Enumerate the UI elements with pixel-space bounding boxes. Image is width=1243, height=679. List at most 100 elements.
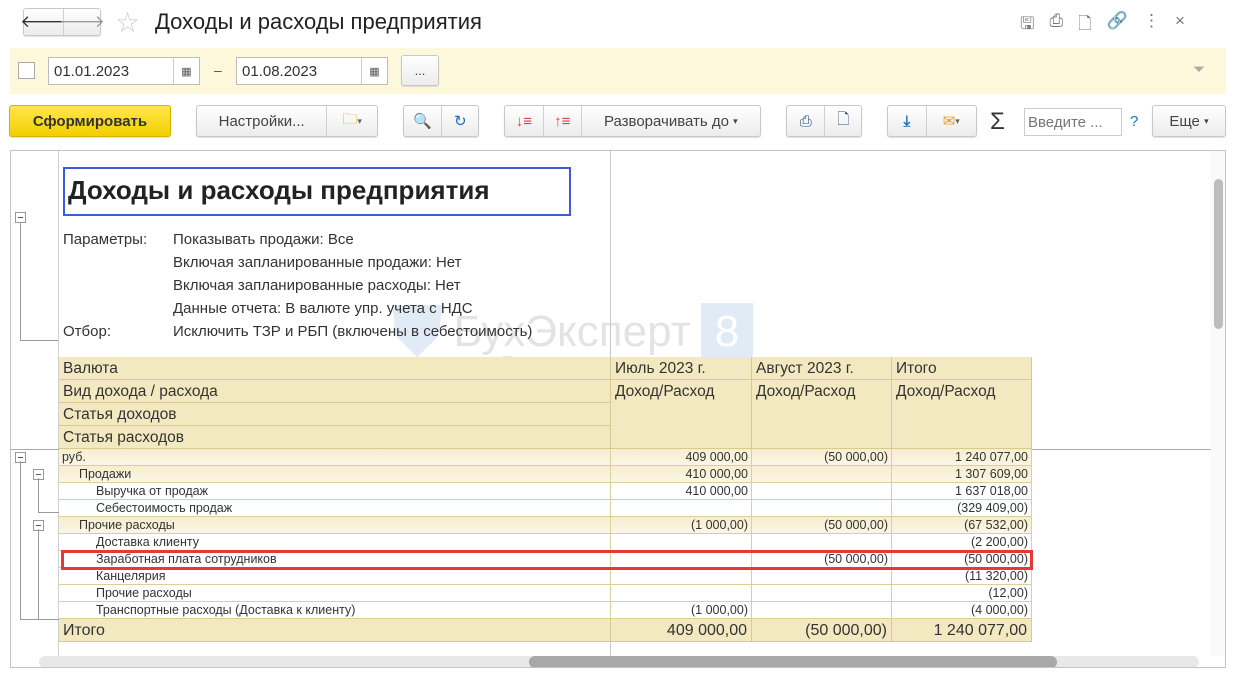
email-icon[interactable]: ✉ ▾ xyxy=(925,106,976,136)
row-header: Вид дохода / расхода xyxy=(59,380,611,403)
param-line: Данные отчета: В валюте упр. учета с НДС xyxy=(173,300,473,317)
settings-button[interactable]: Настройки... xyxy=(197,106,326,136)
row-header: Статья расходов xyxy=(59,426,611,449)
sum-input[interactable] xyxy=(1024,108,1122,136)
row-value: (50 000,00) xyxy=(752,551,892,567)
date-from-field[interactable]: 01.01.2023 ▦ xyxy=(48,57,200,85)
collapse-header-toggle[interactable] xyxy=(15,212,26,223)
row-value xyxy=(752,602,892,618)
forward-button[interactable]: 🡒 xyxy=(59,9,105,35)
row-value xyxy=(611,551,752,567)
row-value: (11 320,00) xyxy=(892,568,1032,584)
row-value: (1 000,00) xyxy=(611,602,752,618)
param-line: Включая запланированные продажи: Нет xyxy=(173,254,462,271)
horizontal-scroll-thumb[interactable] xyxy=(529,656,1057,667)
calendar-icon[interactable]: ▦ xyxy=(361,58,387,84)
row-value: (50 000,00) xyxy=(892,551,1032,567)
link-icon[interactable]: 🔗 xyxy=(1107,11,1128,40)
filter-icon[interactable]: ⏷ xyxy=(1193,61,1205,78)
row-label: руб. xyxy=(59,449,611,465)
row-value: 409 000,00 xyxy=(611,449,752,465)
period-bar: 01.01.2023 ▦ – 01.08.2023 ▦ ... ⏷ xyxy=(10,48,1226,94)
total-value: 1 240 077,00 xyxy=(892,619,1032,642)
column-header-measure: Доход/Расход xyxy=(892,380,1032,449)
print-icon[interactable]: ⎙ xyxy=(1049,11,1063,40)
save-icon[interactable]: 🖫 xyxy=(1020,11,1034,40)
period-dash: – xyxy=(214,62,222,78)
close-icon[interactable]: × xyxy=(1175,11,1185,40)
search-icon[interactable]: 🔍 xyxy=(404,106,441,136)
table-row-highlighted[interactable]: Заработная плата сотрудников (50 000,00)(… xyxy=(59,551,1032,568)
row-value: 410 000,00 xyxy=(611,466,752,482)
search-next-icon[interactable]: ↻ xyxy=(441,106,478,136)
row-value: (50 000,00) xyxy=(752,449,892,465)
print-preview-icon[interactable]: 🗋 xyxy=(824,106,861,136)
expand-to-dropdown[interactable]: Разворачивать до ▾ xyxy=(580,106,760,136)
variant-folder-icon[interactable]: 🗀 ▾ xyxy=(326,106,377,136)
table-row[interactable]: Доставка клиенту (2 200,00) xyxy=(59,534,1032,551)
nav-buttons: 🡐 🡒 xyxy=(20,8,105,36)
row-label: Заработная плата сотрудников xyxy=(59,551,611,567)
vertical-scroll-thumb[interactable] xyxy=(1214,179,1223,329)
more-icon[interactable]: ⋮ xyxy=(1143,11,1160,40)
preview-icon[interactable]: 🗋 xyxy=(1078,11,1092,40)
row-value: 1 637 018,00 xyxy=(892,483,1032,499)
column-header-period: Август 2023 г. xyxy=(752,357,892,380)
row-header: Валюта xyxy=(59,357,611,380)
param-line: Показывать продажи: Все xyxy=(173,231,354,248)
table-row[interactable]: руб. 409 000,00 (50 000,00) 1 240 077,00 xyxy=(59,449,1032,466)
calendar-icon[interactable]: ▦ xyxy=(173,58,199,84)
row-label: Транспортные расходы (Доставка к клиенту… xyxy=(59,602,611,618)
generate-button[interactable]: Сформировать xyxy=(9,105,171,137)
row-header: Статья доходов xyxy=(59,403,611,426)
help-link[interactable]: ? xyxy=(1130,113,1138,130)
expand-all-icon[interactable]: ↓≡ xyxy=(505,106,543,136)
row-value xyxy=(752,483,892,499)
favorite-star-icon[interactable]: ☆ xyxy=(115,6,140,39)
row-value: (329 409,00) xyxy=(892,500,1032,516)
back-button[interactable]: 🡐 xyxy=(20,9,66,35)
window-actions: 🖫 ⎙ 🗋 🔗 ⋮ × xyxy=(1020,11,1185,40)
period-checkbox[interactable] xyxy=(18,62,35,79)
table-row[interactable]: Себестоимость продаж (329 409,00) xyxy=(59,500,1032,517)
table-row[interactable]: Транспортные расходы (Доставка к клиенту… xyxy=(59,602,1032,619)
download-icon[interactable]: ⤓ xyxy=(888,106,926,136)
total-value: 409 000,00 xyxy=(611,619,752,642)
more-button[interactable]: Еще ▾ xyxy=(1152,105,1226,137)
window-title: Доходы и расходы предприятия xyxy=(155,9,482,34)
sum-icon[interactable]: Σ xyxy=(990,108,1005,136)
print-icon[interactable]: ⎙ xyxy=(787,106,824,136)
row-label: Выручка от продаж xyxy=(59,483,611,499)
vertical-scrollbar[interactable] xyxy=(1211,151,1225,656)
row-value: (67 532,00) xyxy=(892,517,1032,533)
row-label: Продажи xyxy=(59,466,611,482)
table-row[interactable]: Продажи 410 000,00 1 307 609,00 xyxy=(59,466,1032,483)
row-value: (1 000,00) xyxy=(611,517,752,533)
settings-group: Настройки... 🗀 ▾ xyxy=(196,105,378,137)
row-value xyxy=(752,500,892,516)
table-row[interactable]: Выручка от продаж 410 000,00 1 637 018,00 xyxy=(59,483,1032,500)
report-spreadsheet[interactable]: ⛊ БухЭксперт 8 База ответов учет Доходы … xyxy=(10,150,1226,668)
param-line: Включая запланированные расходы: Нет xyxy=(173,277,461,294)
row-value: 1 240 077,00 xyxy=(892,449,1032,465)
row-value: (50 000,00) xyxy=(752,517,892,533)
table-row[interactable]: Канцелярия (11 320,00) xyxy=(59,568,1032,585)
table-row[interactable]: Прочие расходы (12,00) xyxy=(59,585,1032,602)
total-value: (50 000,00) xyxy=(752,619,892,642)
date-to-field[interactable]: 01.08.2023 ▦ xyxy=(236,57,388,85)
horizontal-scrollbar[interactable] xyxy=(39,656,1199,667)
row-value: 1 307 609,00 xyxy=(892,466,1032,482)
column-header-measure: Доход/Расход xyxy=(752,380,892,449)
row-label: Канцелярия xyxy=(59,568,611,584)
row-value xyxy=(752,466,892,482)
total-label: Итого xyxy=(59,619,611,642)
row-value: (2 200,00) xyxy=(892,534,1032,550)
collapse-all-icon[interactable]: ↑≡ xyxy=(542,106,581,136)
period-select-button[interactable]: ... xyxy=(401,55,439,86)
row-value xyxy=(752,585,892,601)
row-value: (4 000,00) xyxy=(892,602,1032,618)
search-group: 🔍 ↻ xyxy=(403,105,479,137)
column-header-measure: Доход/Расход xyxy=(611,380,752,449)
table-row[interactable]: Прочие расходы (1 000,00) (50 000,00) (67 5… xyxy=(59,517,1032,534)
row-value xyxy=(752,568,892,584)
